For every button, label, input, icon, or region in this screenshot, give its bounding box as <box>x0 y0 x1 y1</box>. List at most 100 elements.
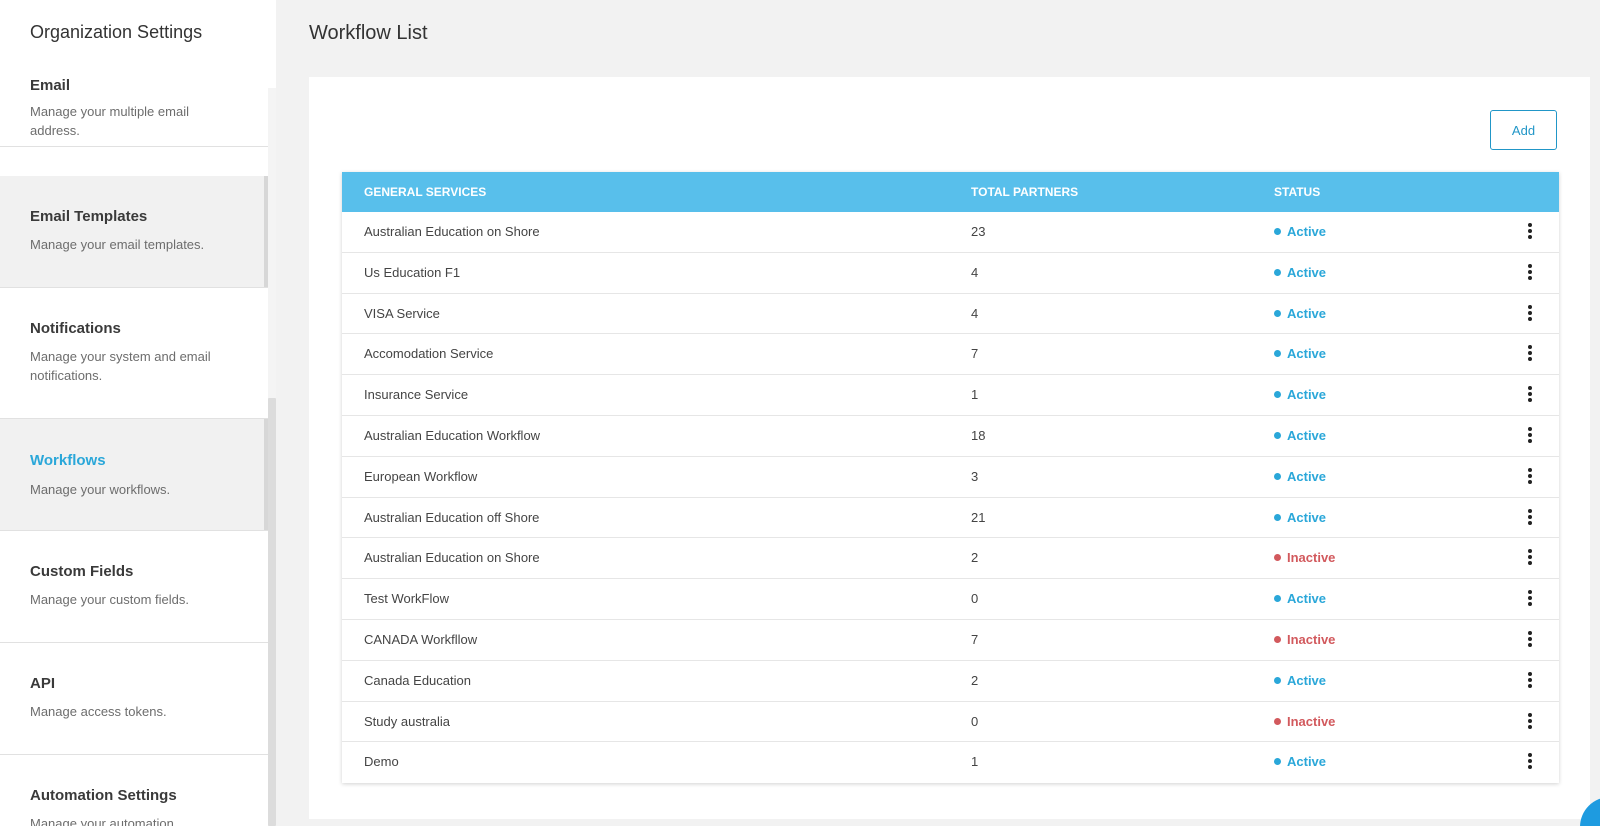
status-label: Active <box>1287 754 1327 770</box>
more-vertical-icon[interactable] <box>1524 508 1536 528</box>
workflow-name[interactable]: VISA Service <box>364 294 440 334</box>
sidebar-item-automation-settings[interactable]: Automation Settings Manage your automati… <box>0 755 268 826</box>
status-label: Inactive <box>1287 631 1336 647</box>
sidebar-item-label: Custom Fields <box>30 563 134 580</box>
total-partners: 0 <box>971 591 979 607</box>
status-dot-icon <box>1274 676 1281 684</box>
workflow-name[interactable]: Test WorkFlow <box>364 579 449 619</box>
column-header-status[interactable]: STATUS <box>1274 172 1320 212</box>
workflow-name[interactable]: Study australia <box>364 702 450 742</box>
status-dot-icon <box>1274 758 1281 766</box>
more-vertical-icon[interactable] <box>1524 712 1536 732</box>
workflow-name[interactable]: Insurance Service <box>364 375 468 415</box>
more-vertical-icon[interactable] <box>1524 385 1536 405</box>
sidebar-item-desc: Manage your system and email notificatio… <box>30 349 211 383</box>
workflow-name[interactable]: Demo <box>364 742 399 782</box>
sidebar-item-label: Email Templates <box>30 208 148 225</box>
more-vertical-icon[interactable] <box>1524 752 1536 772</box>
total-partners: 21 <box>971 509 986 525</box>
sidebar-item-email[interactable]: Email Manage your multiple email address… <box>0 74 268 147</box>
sidebar-menu: Email Manage your multiple email address… <box>0 74 268 826</box>
status-badge: Active <box>1274 742 1326 782</box>
table-row[interactable]: Canada Education 2 Active <box>342 661 1559 702</box>
table-row[interactable]: Us Education F1 4 Active <box>342 253 1559 294</box>
status-badge: Active <box>1274 253 1326 293</box>
sidebar-item-email-templates[interactable]: Email Templates Manage your email templa… <box>0 176 268 288</box>
sidebar-item-desc: Manage your custom fields. <box>30 592 189 607</box>
more-vertical-icon[interactable] <box>1524 344 1536 364</box>
table-row[interactable]: Australian Education off Shore 21 Active <box>342 498 1559 539</box>
sidebar-item-desc: Manage access tokens. <box>30 704 167 719</box>
sidebar-title: Organization Settings <box>30 22 203 42</box>
status-label: Active <box>1287 509 1327 525</box>
status-label: Active <box>1287 224 1327 239</box>
column-header-total-partners[interactable]: TOTAL PARTNERS <box>971 172 1078 212</box>
sidebar-item-api[interactable]: API Manage access tokens. <box>0 643 268 755</box>
more-vertical-icon[interactable] <box>1524 263 1536 283</box>
total-partners: 4 <box>971 264 979 280</box>
status-dot-icon <box>1274 635 1281 643</box>
status-dot-icon <box>1274 513 1281 521</box>
more-vertical-icon[interactable] <box>1524 671 1536 691</box>
status-badge: Active <box>1274 334 1326 374</box>
total-partners: 7 <box>971 631 979 647</box>
workflow-name[interactable]: CANADA Workfllow <box>364 620 477 660</box>
status-label: Active <box>1287 264 1327 280</box>
sidebar-item-notifications[interactable]: Notifications Manage your system and ema… <box>0 288 268 419</box>
sidebar-item-desc: Manage your automation <box>30 816 174 826</box>
more-vertical-icon[interactable] <box>1524 426 1536 446</box>
more-vertical-icon[interactable] <box>1524 467 1536 487</box>
more-vertical-icon[interactable] <box>1524 304 1536 324</box>
workflow-name[interactable]: Us Education F1 <box>364 253 460 293</box>
total-partners: 23 <box>971 224 986 239</box>
table-row[interactable]: Demo 1 Active <box>342 742 1559 783</box>
total-partners: 4 <box>971 305 979 321</box>
status-badge: Inactive <box>1274 538 1335 578</box>
total-partners: 2 <box>971 672 979 688</box>
table-row[interactable]: European Workflow 3 Active <box>342 457 1559 498</box>
table-row[interactable]: CANADA Workfllow 7 Inactive <box>342 620 1559 661</box>
status-badge: Active <box>1274 375 1326 415</box>
status-badge: Inactive <box>1274 620 1335 660</box>
status-label: Active <box>1287 305 1327 321</box>
sidebar-item-custom-fields[interactable]: Custom Fields Manage your custom fields. <box>0 531 268 643</box>
sidebar-item-label: API <box>30 675 56 692</box>
table-row[interactable]: Accomodation Service 7 Active <box>342 334 1559 376</box>
more-vertical-icon[interactable] <box>1524 548 1536 568</box>
table-row[interactable]: Test WorkFlow 0 Active <box>342 579 1559 620</box>
workflow-name[interactable]: Canada Education <box>364 661 471 701</box>
sidebar-item-label: Notifications <box>30 320 121 337</box>
workflow-name[interactable]: Australian Education off Shore <box>364 498 539 538</box>
total-partners: 18 <box>971 427 986 443</box>
table-row[interactable]: Australian Education on Shore 23 Active <box>342 212 1559 253</box>
table-row[interactable]: Insurance Service 1 Active <box>342 375 1559 416</box>
status-dot-icon <box>1274 309 1281 317</box>
total-partners: 0 <box>971 713 979 729</box>
table-row[interactable]: Study australia 0 Inactive <box>342 702 1559 743</box>
total-partners: 3 <box>971 468 979 484</box>
column-header-general-services[interactable]: GENERAL SERVICES <box>364 172 486 212</box>
table-row[interactable]: VISA Service 4 Active <box>342 294 1559 335</box>
more-vertical-icon[interactable] <box>1524 222 1536 242</box>
workflow-name[interactable]: Accomodation Service <box>364 334 493 374</box>
page-title: Workflow List <box>309 22 428 44</box>
workflow-name[interactable]: Australian Education on Shore <box>364 538 540 578</box>
total-partners: 2 <box>971 550 979 566</box>
status-label: Active <box>1287 427 1327 443</box>
status-dot-icon <box>1274 431 1281 439</box>
sidebar-scrollbar-thumb[interactable] <box>268 398 276 826</box>
more-vertical-icon[interactable] <box>1524 589 1536 609</box>
status-label: Active <box>1287 387 1327 403</box>
workflow-name[interactable]: Australian Education on Shore <box>364 212 540 252</box>
workflow-name[interactable]: Australian Education Workflow <box>364 416 540 456</box>
table-row[interactable]: Australian Education on Shore 2 Inactive <box>342 538 1559 580</box>
add-workflow-button[interactable]: Add <box>1490 110 1557 150</box>
more-vertical-icon[interactable] <box>1524 630 1536 650</box>
status-badge: Active <box>1274 212 1326 252</box>
status-badge: Inactive <box>1274 702 1335 742</box>
sidebar-item-workflows[interactable]: Workflows Manage your workflows. <box>0 419 268 531</box>
workflow-name[interactable]: European Workflow <box>364 457 477 497</box>
table-row[interactable]: Australian Education Workflow 18 Active <box>342 416 1559 457</box>
status-badge: Active <box>1274 498 1326 538</box>
status-dot-icon <box>1274 717 1281 725</box>
